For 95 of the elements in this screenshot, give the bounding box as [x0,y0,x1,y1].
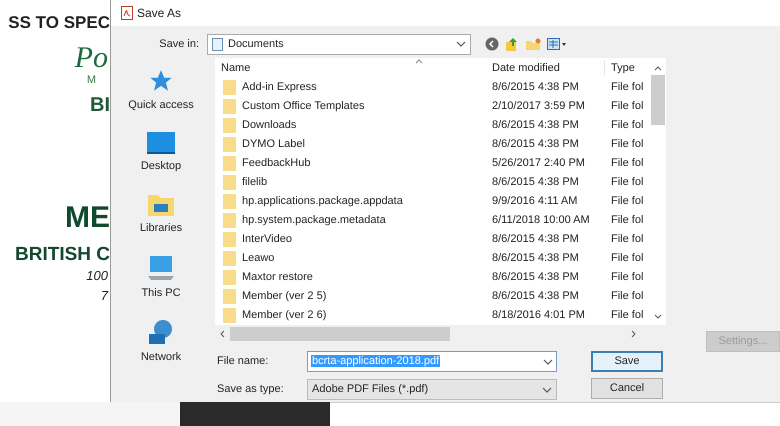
scroll-left-icon [220,330,225,338]
date-cell-text: 8/6/2015 4:38 PM [491,118,580,134]
folder-icon [223,118,236,133]
chevron-down-icon [542,386,552,392]
type-cell-text: File fol [610,194,644,210]
scroll-up-icon [654,66,662,71]
page-text: Po [74,42,109,74]
computer-icon [146,254,176,282]
folder-icon [223,213,236,228]
folder-list-item[interactable]: FeedbackHub [215,155,490,172]
type-cell-text: File fol [610,99,644,114]
date-cell-text: 8/18/2016 4:01 PM [491,308,586,324]
date-cell-text: 5/26/2017 2:40 PM [491,156,586,172]
type-cell-text: File fol [610,156,644,172]
date-cell-text: 2/10/2017 3:59 PM [491,99,586,114]
folder-icon [223,137,236,152]
new-folder-icon[interactable] [525,37,541,51]
folder-list-item[interactable]: DYMO Label [215,136,490,153]
scroll-down-icon [654,314,662,319]
folder-icon [223,232,236,247]
scrollbar-thumb[interactable] [230,327,450,341]
dialog-button[interactable]: Cancel [591,378,663,399]
places-bar-item[interactable]: Libraries [138,191,184,236]
file-name-label: File name: [216,354,270,370]
back-icon[interactable] [485,37,499,51]
save-in-dropdown[interactable]: Documents [207,34,471,54]
places-bar-item[interactable]: Network [138,318,184,366]
date-cell-text: 9/9/2016 4:11 AM [491,194,578,210]
page-text: BI [90,94,110,116]
type-cell-text: File fol [610,80,644,96]
type-cell-text: File fol [610,270,644,286]
chevron-down-icon [543,358,553,364]
folder-list-item[interactable]: Member (ver 2 6) [215,307,490,324]
folder-icon [223,194,236,209]
date-cell-text: 8/6/2015 4:38 PM [491,175,580,190]
date-cell-text: 8/6/2015 4:38 PM [491,251,580,266]
sort-up-icon [415,59,423,64]
folder-list-item[interactable]: Member (ver 2 5) [215,288,490,305]
folder-list-item[interactable]: hp.applications.package.appdata [215,193,490,210]
page-text: SS TO SPEC [8,12,110,34]
folder-list-item[interactable]: filelib [215,174,490,191]
up-folder-icon[interactable] [505,37,519,51]
folder-icon [223,289,236,304]
scrollbar-thumb[interactable] [651,75,665,125]
folder-icon [223,99,236,114]
column-header[interactable]: Date modified [490,60,605,76]
network-icon [147,318,175,346]
folder-list-item[interactable]: Custom Office Templates [215,98,490,115]
date-cell-text: 8/6/2015 4:38 PM [491,232,580,248]
type-cell-text: File fol [610,175,644,190]
page-text: ME [65,202,110,234]
type-cell-text: File fol [610,137,644,152]
page-text: 7 [100,287,110,305]
folder-list-item[interactable]: Leawo [215,250,490,267]
file-type-dropdown[interactable]: Adobe PDF Files (*.pdf) [307,379,557,400]
type-cell-text: File fol [610,308,644,324]
folder-list-item[interactable]: Downloads [215,117,490,134]
scroll-right-icon [631,330,636,338]
chevron-down-icon [456,41,466,47]
folder-icon [223,156,236,171]
folder-icon [223,270,236,285]
document-icon [212,38,223,50]
pdf-file-icon [121,6,133,20]
folder-icon [223,175,236,190]
folder-list-item[interactable]: InterVideo [215,231,490,248]
folder-icon [223,251,236,266]
window-title: Save As [137,5,182,22]
date-cell-text: 8/6/2015 4:38 PM [491,270,580,286]
folder-list-item[interactable]: Maxtor restore [215,269,490,286]
type-cell-text: File fol [610,289,644,304]
save-in-label: Save in: [158,36,200,52]
folder-list-item[interactable]: Add-in Express [215,79,490,96]
page-text: BRITISH C [15,244,110,266]
page-text: 100 [86,267,109,285]
view-menu-icon[interactable] [547,37,567,51]
date-cell-text: 8/6/2015 4:38 PM [491,137,580,152]
column-header[interactable]: Type [605,60,650,76]
places-bar-item[interactable]: This PC [139,254,183,301]
type-cell-text: File fol [610,118,644,134]
dialog-button[interactable]: Save [591,351,663,372]
type-cell-text: File fol [610,213,644,228]
date-cell-text: 8/6/2015 4:38 PM [491,80,580,96]
folder-list-item[interactable]: hp.system.package.metadata [215,212,490,229]
column-header[interactable]: Name [215,60,490,76]
page-text: M [86,74,97,86]
date-cell-text: 6/11/2018 10:00 AM [491,213,591,228]
date-cell-text: 8/6/2015 4:38 PM [491,289,580,304]
save-as-type-label: Save as type: [216,382,285,398]
places-bar-item[interactable]: Quick access [126,68,196,114]
type-cell-text: File fol [610,232,644,248]
desktop-icon [146,130,176,154]
places-bar-item[interactable]: Desktop [138,130,184,174]
folder-icon [223,80,236,95]
folder-icon [223,308,236,323]
type-cell-text: File fol [610,251,644,266]
